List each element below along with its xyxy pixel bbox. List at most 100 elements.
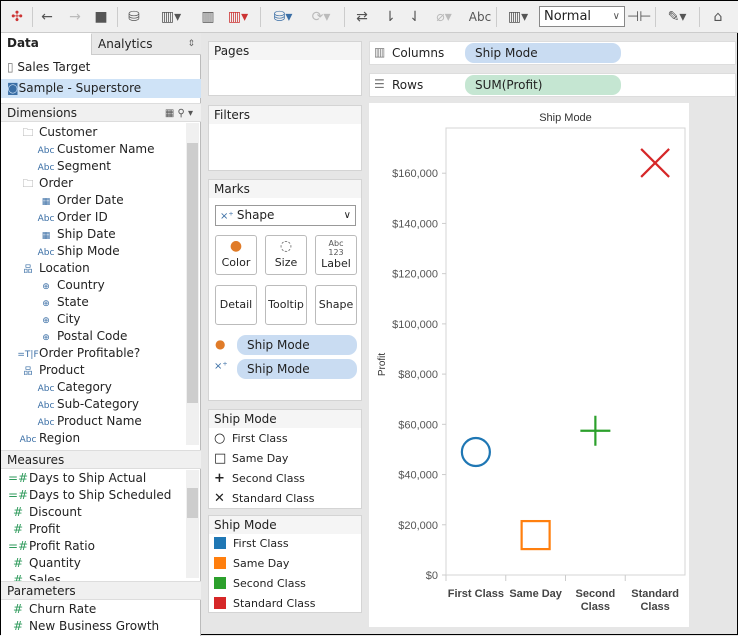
columns-shelf[interactable]: ▥ Columns Ship Mode: [369, 41, 736, 65]
scroll-thumb[interactable]: [187, 488, 198, 518]
columns-pill[interactable]: Ship Mode: [465, 43, 621, 63]
refresh-icon[interactable]: ⟳▾: [307, 7, 335, 27]
measure-field[interactable]: =#Days to Ship Actual: [7, 470, 146, 487]
cross-icon: ✕: [214, 491, 225, 506]
parameter-churn-rate[interactable]: # Churn Rate: [7, 601, 96, 618]
data-point-circle: [460, 436, 491, 468]
dimension-field[interactable]: Abc Order ID: [35, 209, 108, 226]
fit-select[interactable]: Normal ∨: [539, 6, 625, 27]
label-button[interactable]: Abc 123 Label: [315, 235, 357, 275]
pages-card[interactable]: Pages: [208, 41, 362, 96]
dimension-field[interactable]: Abc Ship Mode: [35, 243, 120, 260]
swap-icon[interactable]: ⇄: [351, 7, 373, 27]
new-datasource-icon[interactable]: ⛁: [123, 7, 145, 27]
fix-axes-icon[interactable]: ⊣⊢: [627, 7, 651, 27]
dimension-field[interactable]: ⊕ City: [35, 311, 80, 328]
color-button[interactable]: ● Color: [215, 235, 257, 275]
datasource-sample-superstore[interactable]: ◙Sample - Superstore: [1, 79, 201, 98]
datasource-pause-icon[interactable]: ⛁▾: [267, 7, 299, 27]
legend-item[interactable]: ✕ Standard Class: [214, 489, 314, 509]
redo-icon[interactable]: →: [65, 7, 85, 27]
measures-scrollbar[interactable]: [186, 470, 199, 578]
new-worksheet-icon[interactable]: ▥▾: [156, 7, 186, 27]
group-icon[interactable]: ⌀▾: [429, 7, 459, 27]
measure-field[interactable]: =#Days to Ship Scheduled: [7, 487, 171, 504]
section-title: Dimensions: [7, 106, 78, 120]
filters-card[interactable]: Filters: [208, 105, 362, 171]
sort-desc-icon[interactable]: ⇃: [404, 7, 426, 27]
detail-button[interactable]: Detail: [215, 285, 257, 325]
y-tick-label: $140,000: [392, 218, 438, 230]
legend-item[interactable]: Second Class: [214, 574, 306, 594]
toolbar: ✣ ← → ■ ⛁ ▥▾ ▥ ▥▾ ⛁▾ ⟳▾ ⇄ ⇂ ⇃ ⌀▾ Abc ▥▾ …: [1, 1, 738, 33]
legend-item[interactable]: Standard Class: [214, 594, 315, 614]
dimension-field[interactable]: 🗀 Customer: [17, 124, 98, 141]
duplicate-icon[interactable]: ▥: [197, 7, 219, 27]
field-label: Location: [39, 261, 90, 275]
measure-field[interactable]: # Profit: [7, 521, 60, 538]
datasource-sales-target[interactable]: ▯ Sales Target: [1, 59, 201, 76]
field-label: Product Name: [57, 414, 142, 428]
legend-item[interactable]: ○ First Class: [214, 429, 288, 449]
dimension-field[interactable]: Abc Region: [17, 430, 81, 447]
show-me-icon[interactable]: ▥▾: [501, 7, 535, 27]
card-title: Filters: [209, 106, 361, 124]
tableau-logo-icon[interactable]: ✣: [7, 7, 27, 27]
legend-item[interactable]: Same Day: [214, 554, 289, 574]
color-swatch: [214, 577, 226, 589]
rows-pill[interactable]: SUM(Profit): [465, 75, 621, 95]
measure-field[interactable]: =#Profit Ratio: [7, 538, 95, 555]
shape-button[interactable]: Shape: [315, 285, 357, 325]
plus-icon: +: [214, 471, 225, 486]
dimension-field[interactable]: ⊕ Country: [35, 277, 105, 294]
legend-item[interactable]: □ Same Day: [214, 449, 288, 469]
highlight-icon[interactable]: ✎▾: [661, 7, 693, 27]
y-tick-label: $160,000: [392, 168, 438, 180]
measure-icon: #: [12, 522, 24, 536]
dimension-field[interactable]: ⊕ State: [35, 294, 89, 311]
dimension-field[interactable]: ⊕ Postal Code: [35, 328, 127, 345]
datasource-connected-icon: ◙: [7, 81, 19, 95]
parameter-new-business-growth[interactable]: # New Business Growth: [7, 618, 159, 635]
divider: [655, 7, 656, 27]
dimension-field[interactable]: Abc Customer Name: [35, 141, 155, 158]
dimension-field[interactable]: Abc Sub-Category: [35, 396, 139, 413]
undo-icon[interactable]: ←: [37, 7, 57, 27]
datasource-label: Sample - Superstore: [18, 81, 142, 95]
dimension-field[interactable]: 品 Product: [17, 362, 84, 379]
sort-asc-icon[interactable]: ⇂: [379, 7, 401, 27]
dimension-field[interactable]: Abc Segment: [35, 158, 111, 175]
datasource-icon: ▯: [7, 60, 18, 74]
legend-item[interactable]: First Class: [214, 534, 289, 554]
tab-analytics[interactable]: Analytics ⇕: [91, 34, 201, 54]
dimension-field[interactable]: =T|FOrder Profitable?: [17, 345, 140, 362]
presentation-icon[interactable]: ⌂: [707, 7, 729, 27]
dimension-field[interactable]: 🗀 Order: [17, 175, 74, 192]
tab-data[interactable]: Data: [1, 33, 91, 55]
x-tick-label: Class: [640, 601, 669, 613]
dimension-field[interactable]: ▦ Ship Date: [35, 226, 116, 243]
measure-field[interactable]: # Quantity: [7, 555, 81, 572]
shape-field-pill[interactable]: Ship Mode: [237, 359, 357, 379]
clear-icon[interactable]: ▥▾: [223, 7, 253, 27]
dimension-field[interactable]: Abc Product Name: [35, 413, 142, 430]
show-labels-icon[interactable]: Abc: [467, 7, 493, 27]
dimension-field[interactable]: 品 Location: [17, 260, 90, 277]
dimension-field[interactable]: Abc Category: [35, 379, 112, 396]
expand-icon[interactable]: ⇕: [187, 34, 195, 54]
tooltip-button[interactable]: Tooltip: [265, 285, 307, 325]
dimension-field[interactable]: ▦ Order Date: [35, 192, 124, 209]
rows-shelf[interactable]: ☰ Rows SUM(Profit): [369, 73, 736, 97]
search-icon[interactable]: ▦ ⚲ ▾: [165, 104, 193, 123]
mark-type-select[interactable]: ×⁺ Shape ∨: [215, 205, 356, 226]
size-button[interactable]: ◌ Size: [265, 235, 307, 275]
field-label: Order Date: [57, 193, 124, 207]
data-pane: Data Analytics ⇕ ▯ Sales Target ◙Sample -…: [1, 33, 201, 636]
scroll-thumb[interactable]: [187, 143, 198, 403]
save-icon[interactable]: ■: [91, 7, 111, 27]
color-field-pill[interactable]: Ship Mode: [237, 335, 357, 355]
legend-item[interactable]: + Second Class: [214, 469, 305, 489]
measure-field[interactable]: # Discount: [7, 504, 82, 521]
field-label: Postal Code: [57, 329, 128, 343]
field-label: Country: [57, 278, 105, 292]
